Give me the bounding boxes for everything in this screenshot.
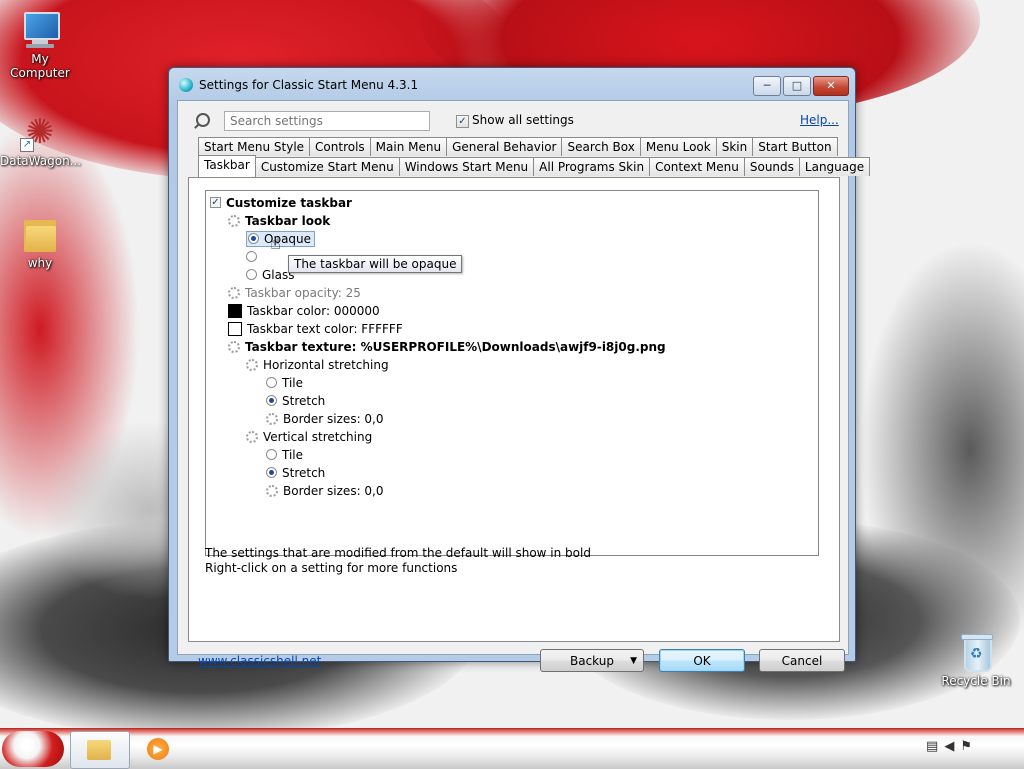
- tabs-row-1: Start Menu Style Controls Main Menu Gene…: [198, 137, 838, 157]
- network-icon[interactable]: ▤: [926, 739, 944, 754]
- close-button[interactable]: ✕: [813, 76, 849, 96]
- taskbar-media-player-button[interactable]: ▶: [140, 731, 176, 769]
- checkbox-icon[interactable]: ✓: [210, 197, 221, 208]
- search-row: ✓ Show all settings Help...: [188, 109, 839, 135]
- gear-icon: [246, 358, 258, 371]
- opaque-tooltip: The taskbar will be opaque: [288, 255, 463, 273]
- dialog-client: ✓ Show all settings Help... Start Menu S…: [177, 100, 871, 672]
- color-swatch-white: [228, 321, 242, 336]
- tab-sounds[interactable]: Sounds: [743, 157, 800, 176]
- color-swatch-black: [228, 303, 242, 318]
- classicshell-website-link[interactable]: www.classicshell.net: [198, 654, 321, 668]
- computer-icon: [20, 10, 60, 50]
- taskbar-text-color-item[interactable]: Taskbar text color: FFFFFF: [228, 321, 403, 337]
- radio-selected-icon[interactable]: [266, 395, 277, 406]
- horizontal-stretching-item[interactable]: Horizontal stretching: [246, 357, 389, 373]
- hand-cursor-icon: ☝: [270, 233, 281, 254]
- gear-icon: [266, 484, 278, 497]
- vertical-tile-radio[interactable]: Tile: [266, 447, 303, 463]
- taskbar-tab-panel: ✓ Customize taskbar Taskbar look Opaque G…: [188, 177, 840, 642]
- horizontal-tile-radio[interactable]: Tile: [266, 375, 303, 391]
- action-center-icon[interactable]: ⚑: [960, 739, 978, 754]
- dropdown-arrow-icon: ▼: [630, 656, 637, 666]
- search-icon: [196, 113, 210, 127]
- tab-main-menu[interactable]: Main Menu: [369, 137, 448, 156]
- desktop-icon-datawagon[interactable]: ✺ ↗ DataWagon...: [0, 112, 82, 168]
- search-input[interactable]: [224, 111, 430, 131]
- radio-icon[interactable]: [246, 251, 257, 262]
- tab-windows-start-menu[interactable]: Windows Start Menu: [398, 157, 535, 176]
- gear-icon: [246, 430, 258, 443]
- classic-shell-icon: [179, 78, 193, 92]
- desktop-icon-label: why: [27, 256, 53, 270]
- media-player-icon: ▶: [147, 738, 169, 760]
- tabs-row-2: Taskbar Customize Start Menu Windows Sta…: [198, 155, 871, 177]
- right-click-note: Right-click on a setting for more functi…: [205, 561, 458, 575]
- gear-icon: [266, 412, 278, 425]
- tab-start-button[interactable]: Start Button: [752, 137, 838, 156]
- horizontal-border-sizes-item[interactable]: Border sizes: 0,0: [266, 411, 384, 427]
- recycle-bin-icon: ♻: [956, 632, 996, 672]
- customize-taskbar-item[interactable]: ✓ Customize taskbar: [210, 195, 352, 211]
- datawagon-icon: ✺ ↗: [20, 112, 60, 152]
- desktop-icon-why[interactable]: why: [0, 214, 80, 270]
- desktop-icon-recycle-bin[interactable]: ♻ Recycle Bin: [936, 632, 1016, 688]
- desktop-icon-label: Recycle Bin: [941, 674, 1011, 688]
- ok-button[interactable]: OK: [659, 649, 745, 672]
- desktop-icon-my-computer[interactable]: My Computer: [0, 10, 80, 80]
- transparent-radio-item[interactable]: [246, 249, 262, 265]
- tab-language[interactable]: Language: [798, 157, 871, 176]
- backup-button[interactable]: Backup ▼: [540, 649, 644, 672]
- tab-context-menu[interactable]: Context Menu: [649, 157, 745, 176]
- volume-icon[interactable]: ◀: [944, 739, 960, 754]
- radio-icon[interactable]: [266, 449, 277, 460]
- taskbar-texture-item[interactable]: Taskbar texture: %USERPROFILE%\Downloads…: [228, 339, 666, 355]
- taskbar-color-item[interactable]: Taskbar color: 000000: [228, 303, 380, 319]
- gear-icon: [228, 340, 240, 353]
- tab-all-programs-skin[interactable]: All Programs Skin: [533, 157, 651, 176]
- system-tray[interactable]: ▤◀⚑: [926, 739, 978, 754]
- window-title: Settings for Classic Start Menu 4.3.1: [199, 78, 419, 92]
- desktop-icon-label: My Computer: [10, 52, 70, 80]
- tab-general-behavior[interactable]: General Behavior: [446, 137, 563, 156]
- taskbar: ▶ ▤◀⚑: [0, 728, 1024, 769]
- desktop-icon-label: DataWagon...: [0, 154, 82, 168]
- settings-tree[interactable]: ✓ Customize taskbar Taskbar look Opaque G…: [205, 190, 819, 556]
- help-link[interactable]: Help...: [800, 113, 839, 127]
- tab-customize-start-menu[interactable]: Customize Start Menu: [254, 157, 400, 176]
- taskbar-explorer-button[interactable]: [70, 731, 130, 769]
- gear-icon: [228, 286, 240, 299]
- taskbar-look-item[interactable]: Taskbar look: [228, 213, 330, 229]
- title-bar[interactable]: Settings for Classic Start Menu 4.3.1 ─ …: [169, 68, 855, 102]
- cancel-button[interactable]: Cancel: [759, 649, 845, 672]
- vertical-stretch-radio[interactable]: Stretch: [266, 465, 325, 481]
- vertical-border-sizes-item[interactable]: Border sizes: 0,0: [266, 483, 384, 499]
- radio-selected-icon[interactable]: [248, 233, 259, 244]
- folder-icon: [87, 740, 111, 760]
- tab-search-box[interactable]: Search Box: [561, 137, 641, 156]
- tab-menu-look[interactable]: Menu Look: [639, 137, 717, 156]
- radio-selected-icon[interactable]: [266, 467, 277, 478]
- tab-start-menu-style[interactable]: Start Menu Style: [198, 137, 311, 156]
- minimize-button[interactable]: ─: [753, 76, 781, 96]
- tab-controls[interactable]: Controls: [309, 137, 371, 156]
- maximize-button[interactable]: □: [783, 76, 811, 96]
- radio-icon[interactable]: [266, 377, 277, 388]
- taskbar-opacity-item[interactable]: Taskbar opacity: 25: [228, 285, 361, 301]
- tab-skin[interactable]: Skin: [715, 137, 754, 156]
- start-button[interactable]: [2, 731, 64, 767]
- tab-taskbar[interactable]: Taskbar: [198, 155, 256, 177]
- vertical-stretching-item[interactable]: Vertical stretching: [246, 429, 372, 445]
- horizontal-stretch-radio[interactable]: Stretch: [266, 393, 325, 409]
- show-all-settings-label: Show all settings: [472, 113, 574, 127]
- settings-window: Settings for Classic Start Menu 4.3.1 ─ …: [168, 67, 871, 672]
- shortcut-arrow-icon: ↗: [20, 138, 34, 152]
- radio-icon[interactable]: [246, 269, 257, 280]
- gear-icon: [228, 214, 240, 227]
- folder-icon: [20, 214, 60, 254]
- bold-settings-note: The settings that are modified from the …: [205, 546, 591, 560]
- show-all-settings-checkbox[interactable]: ✓: [456, 115, 469, 128]
